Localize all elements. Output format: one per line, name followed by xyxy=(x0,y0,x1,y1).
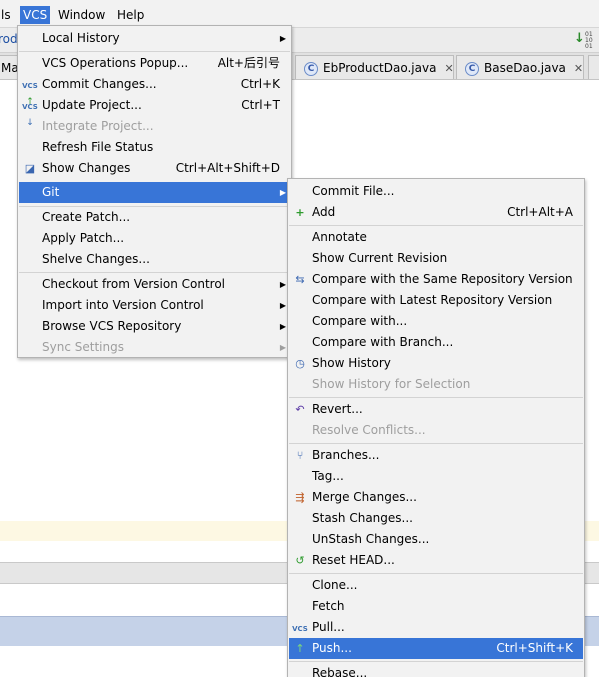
menu-item-rebase[interactable]: Rebase... xyxy=(289,663,583,677)
menu-item-resolve-conflicts: Resolve Conflicts... xyxy=(312,423,426,437)
menu-item-show-changes[interactable]: ◪ Show Changes Ctrl+Alt+Shift+D xyxy=(19,158,290,179)
menu-item-refresh-file-status[interactable]: Refresh File Status xyxy=(19,137,290,158)
menu-item-local-history[interactable]: Local History ▶ xyxy=(19,28,290,49)
show-changes-icon: ◪ xyxy=(24,162,36,175)
vcs-menu: Local History ▶ VCS Operations Popup... … xyxy=(17,25,292,358)
revert-icon: ↶ xyxy=(295,403,305,416)
menu-item-sync-settings: Sync Settings ▶ xyxy=(19,337,290,358)
class-icon: C xyxy=(304,61,318,76)
submenu-arrow-icon: ▶ xyxy=(279,343,286,352)
menu-item-add[interactable]: + Add Ctrl+Alt+A xyxy=(289,202,583,223)
menu-item-git[interactable]: Git ▶ xyxy=(19,182,290,203)
submenu-arrow-icon: ▶ xyxy=(279,322,286,331)
menu-separator xyxy=(289,661,583,662)
menu-item-browse-vcs[interactable]: Browse VCS Repository ▶ xyxy=(19,316,290,337)
tab-ebproductdao[interactable]: C EbProductDao.java ✕ xyxy=(295,55,454,79)
menu-item-branches[interactable]: ⑂ Branches... xyxy=(289,445,583,466)
menu-item-commit-changes[interactable]: VCS ↑ Commit Changes... Ctrl+K xyxy=(19,74,290,107)
menu-item-integrate-project: Integrate Project... xyxy=(42,119,154,133)
menu-item-stash-changes[interactable]: Stash Changes... xyxy=(289,508,583,529)
push-icon: ↑ xyxy=(295,642,305,655)
tab-label: EbProductDao.java xyxy=(323,61,437,75)
menu-item-create-patch[interactable]: Create Patch... xyxy=(19,207,290,228)
menu-item-import[interactable]: Import into Version Control ▶ xyxy=(19,295,290,316)
tab-basedao[interactable]: C BaseDao.java ✕ xyxy=(456,55,584,79)
menu-item-update-project[interactable]: VCS ↓ Update Project... Ctrl+T xyxy=(19,95,290,128)
compare-icon: ⇆ xyxy=(295,273,305,286)
close-icon[interactable]: ✕ xyxy=(574,57,583,81)
menu-item-show-history[interactable]: ◷ Show History xyxy=(289,353,583,374)
menu-separator xyxy=(19,51,290,52)
menu-item-clone[interactable]: Clone... xyxy=(289,575,583,596)
menu-item-commit-file[interactable]: Commit File... xyxy=(289,181,583,202)
menu-item-fetch[interactable]: Fetch xyxy=(289,596,583,617)
menu-item-annotate[interactable]: Annotate xyxy=(289,227,583,248)
vcs-update-icon: VCS ↓ xyxy=(22,103,38,128)
menu-item-tag[interactable]: Tag... xyxy=(289,466,583,487)
plus-icon: + xyxy=(295,206,305,219)
submenu-arrow-icon: ▶ xyxy=(279,301,286,310)
tab-overflow[interactable] xyxy=(588,55,599,79)
menu-bar: ls VCS Window Help xyxy=(0,0,599,28)
submenu-arrow-icon: ▶ xyxy=(279,280,286,289)
menu-item-unstash-changes[interactable]: UnStash Changes... xyxy=(289,529,583,550)
menu-help[interactable]: Help xyxy=(114,6,147,24)
submenu-arrow-icon: ▶ xyxy=(279,188,286,197)
branch-icon: ⑂ xyxy=(296,449,304,462)
menu-separator xyxy=(289,443,583,444)
menu-item-compare-branch[interactable]: Compare with Branch... xyxy=(289,332,583,353)
git-submenu: Commit File... + Add Ctrl+Alt+A Annotate… xyxy=(287,178,585,677)
menu-item-checkout[interactable]: Checkout from Version Control ▶ xyxy=(19,274,290,295)
menu-separator xyxy=(19,272,290,273)
merge-icon: ⇶ xyxy=(295,491,305,504)
menu-item-show-current-revision[interactable]: Show Current Revision xyxy=(289,248,583,269)
menu-item-compare-with[interactable]: Compare with... xyxy=(289,311,583,332)
history-icon: ◷ xyxy=(295,357,305,370)
menu-item-vcs-operations-popup[interactable]: VCS Operations Popup... Alt+后引号 xyxy=(19,53,290,74)
binary-icon: 01 10 01 xyxy=(585,31,593,50)
menu-window[interactable]: Window xyxy=(55,6,108,24)
tab-label: BaseDao.java xyxy=(484,61,566,75)
menu-item-compare-latest[interactable]: Compare with Latest Repository Version xyxy=(289,290,583,311)
menu-item-shelve-changes[interactable]: Shelve Changes... xyxy=(19,249,290,270)
class-icon: C xyxy=(465,61,479,76)
menu-vcs[interactable]: VCS xyxy=(20,6,51,24)
reset-icon: ↺ xyxy=(295,554,305,567)
menu-tools[interactable]: ls xyxy=(0,6,14,24)
vcs-pull-icon: VCS↓ xyxy=(292,625,308,650)
menu-separator xyxy=(289,397,583,398)
menu-item-push[interactable]: ↑ Push... Ctrl+Shift+K xyxy=(289,638,583,659)
close-icon[interactable]: ✕ xyxy=(444,57,453,81)
vcs-commit-icon: VCS ↑ xyxy=(22,82,38,107)
menu-item-apply-patch[interactable]: Apply Patch... xyxy=(19,228,290,249)
submenu-arrow-icon: ▶ xyxy=(279,34,286,43)
menu-item-merge-changes[interactable]: ⇶ Merge Changes... xyxy=(289,487,583,508)
menu-item-pull[interactable]: VCS↓ Pull... xyxy=(289,617,583,650)
menu-separator xyxy=(289,573,583,574)
menu-item-compare-same-repo[interactable]: ⇆ Compare with the Same Repository Versi… xyxy=(289,269,583,290)
menu-separator xyxy=(289,225,583,226)
toolbar-project-label: rod xyxy=(0,32,18,46)
menu-item-reset-head[interactable]: ↺ Reset HEAD... xyxy=(289,550,583,571)
menu-item-revert[interactable]: ↶ Revert... xyxy=(289,399,583,420)
menu-item-show-history-selection: Show History for Selection xyxy=(312,377,471,391)
